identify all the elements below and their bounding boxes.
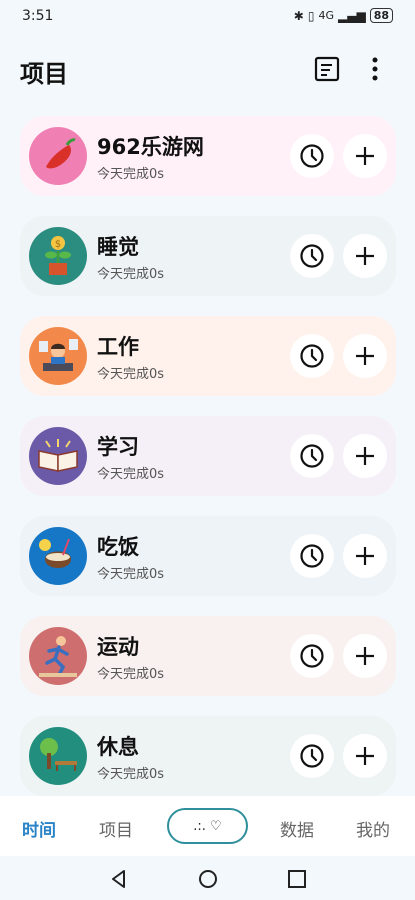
start-timer-button[interactable] xyxy=(290,134,334,178)
project-progress: 今天完成0s xyxy=(97,567,165,582)
start-timer-button[interactable] xyxy=(290,734,334,778)
project-progress: 今天完成0s xyxy=(97,767,165,782)
project-card[interactable]: 吃饭 今天完成0s xyxy=(20,516,396,596)
bluetooth-icon: ✱ xyxy=(293,8,304,23)
app-header: 项目 xyxy=(0,44,415,94)
system-nav-bar xyxy=(0,856,415,900)
project-card[interactable]: $ 睡觉 今天完成0s xyxy=(20,216,396,296)
add-record-button[interactable] xyxy=(343,634,387,678)
clock-icon xyxy=(300,144,324,168)
network-label: 4G xyxy=(318,9,334,22)
more-button[interactable] xyxy=(360,54,390,84)
project-progress: 今天完成0s xyxy=(97,467,165,482)
project-progress: 今天完成0s xyxy=(97,267,165,282)
coconut-drink-icon xyxy=(29,527,87,585)
money-plant-icon: $ xyxy=(29,227,87,285)
project-card[interactable]: 休息 今天完成0s xyxy=(20,716,396,796)
clock-icon xyxy=(300,544,324,568)
add-record-button[interactable] xyxy=(343,534,387,578)
project-name: 962乐游网 xyxy=(97,135,204,159)
page-title: 项目 xyxy=(20,60,68,88)
project-name: 工作 xyxy=(97,335,139,359)
vibrate-icon: ▯ xyxy=(307,8,315,23)
plus-icon xyxy=(356,347,374,365)
project-card[interactable]: 工作 今天完成0s xyxy=(20,316,396,396)
runner-icon xyxy=(29,627,87,685)
status-time: 3:51 xyxy=(22,8,54,24)
add-record-button[interactable] xyxy=(343,434,387,478)
add-record-button[interactable] xyxy=(343,734,387,778)
center-action-label: .:. ♡ xyxy=(193,818,222,834)
start-timer-button[interactable] xyxy=(290,534,334,578)
home-icon[interactable] xyxy=(197,868,219,890)
plus-icon xyxy=(356,547,374,565)
start-timer-button[interactable] xyxy=(290,634,334,678)
office-worker-icon xyxy=(29,327,87,385)
clock-icon xyxy=(300,444,324,468)
clock-icon xyxy=(300,744,324,768)
list-view-icon xyxy=(314,56,340,82)
park-bench-icon xyxy=(29,727,87,785)
project-name: 运动 xyxy=(97,635,139,659)
start-timer-button[interactable] xyxy=(290,234,334,278)
add-record-button[interactable] xyxy=(343,234,387,278)
project-list: 962乐游网 今天完成0s $ 睡觉 今天完成0s 工作 今天完成0s 学习 今… xyxy=(20,116,396,816)
project-name: 休息 xyxy=(97,735,139,759)
status-bar: 3:51 ✱ ▯ 4G ▂▄▆ 88 xyxy=(0,0,415,34)
add-record-button[interactable] xyxy=(343,334,387,378)
book-icon xyxy=(29,427,87,485)
start-timer-button[interactable] xyxy=(290,334,334,378)
more-vertical-icon xyxy=(372,57,378,81)
add-record-button[interactable] xyxy=(343,134,387,178)
battery-level: 88 xyxy=(369,8,393,23)
plus-icon xyxy=(356,647,374,665)
plus-icon xyxy=(356,747,374,765)
project-name: 睡觉 xyxy=(97,235,139,259)
list-view-button[interactable] xyxy=(312,54,342,84)
tab-mine[interactable]: 我的 xyxy=(356,816,390,841)
clock-icon xyxy=(300,244,324,268)
signal-icon: ▂▄▆ xyxy=(338,8,366,23)
clock-icon xyxy=(300,644,324,668)
project-card[interactable]: 962乐游网 今天完成0s xyxy=(20,116,396,196)
project-progress: 今天完成0s xyxy=(97,367,165,382)
project-progress: 今天完成0s xyxy=(97,167,165,182)
back-icon[interactable] xyxy=(108,868,130,890)
project-name: 学习 xyxy=(97,435,139,459)
center-action-button[interactable]: .:. ♡ xyxy=(167,808,248,844)
project-card[interactable]: 学习 今天完成0s xyxy=(20,416,396,496)
project-name: 吃饭 xyxy=(97,535,139,559)
plus-icon xyxy=(356,247,374,265)
plus-icon xyxy=(356,147,374,165)
start-timer-button[interactable] xyxy=(290,434,334,478)
svg-text:$: $ xyxy=(55,239,61,250)
bottom-nav: 时间 项目 .:. ♡ 数据 我的 xyxy=(0,796,415,856)
tab-time[interactable]: 时间 xyxy=(22,816,56,841)
project-card[interactable]: 运动 今天完成0s xyxy=(20,616,396,696)
project-progress: 今天完成0s xyxy=(97,667,165,682)
plus-icon xyxy=(356,447,374,465)
clock-icon xyxy=(300,344,324,368)
status-icons: ✱ ▯ 4G ▂▄▆ 88 xyxy=(294,8,393,23)
tab-projects[interactable]: 项目 xyxy=(99,816,133,841)
tab-data[interactable]: 数据 xyxy=(280,816,314,841)
chili-icon xyxy=(29,127,87,185)
recents-icon[interactable] xyxy=(286,868,308,890)
